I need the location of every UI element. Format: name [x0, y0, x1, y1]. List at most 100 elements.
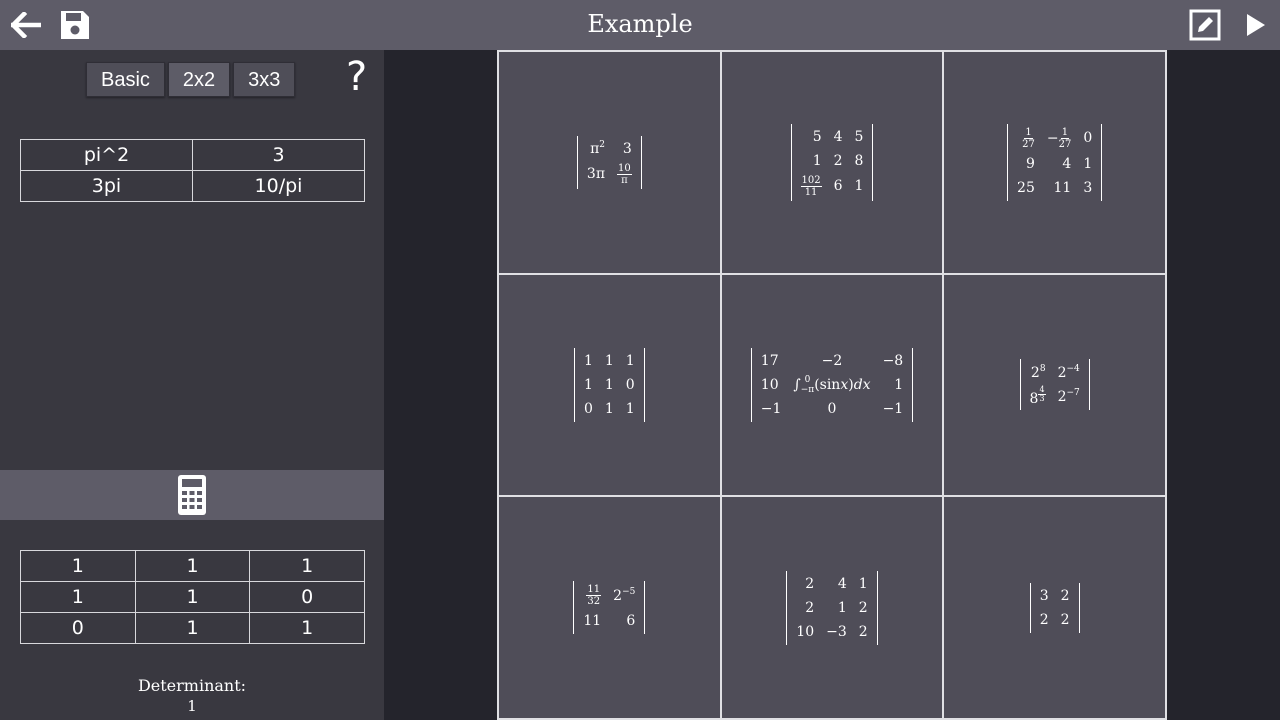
- determinant-expression: π2 3 3π 10 π: [576, 135, 642, 189]
- matrix-entry: −1 27: [1046, 126, 1072, 150]
- matrix-entry: 3π: [586, 166, 606, 183]
- calculate-button[interactable]: [0, 470, 384, 520]
- determinant-label: Determinant:: [137, 676, 247, 695]
- matrix-entry: 1: [894, 376, 904, 393]
- matrix-entry: 6: [833, 178, 843, 195]
- matrix-entry: −1: [882, 400, 904, 417]
- example-matrix-5[interactable]: 17 −2 −8 10 ∫ 0 −π (sinx)dx 1 −1 0 −1: [720, 273, 944, 497]
- matrix-entry: 2: [833, 152, 843, 169]
- result-cell: 1: [249, 550, 365, 582]
- table-row: 1 1 0: [20, 581, 365, 613]
- matrix-entry: 3: [622, 140, 632, 157]
- input-cell[interactable]: 10/pi: [192, 170, 365, 202]
- matrix-entry: −2: [821, 352, 843, 369]
- matrix-entry: 11: [583, 613, 602, 630]
- example-matrix-9[interactable]: 32 22: [943, 496, 1166, 719]
- matrix-entry: 6: [626, 613, 636, 630]
- matrix-entry: 1: [604, 400, 614, 417]
- matrix-entry: 11 32: [586, 584, 602, 608]
- matrix-entry: 28: [1030, 363, 1046, 381]
- table-row: 3pi 10/pi: [20, 170, 365, 202]
- matrix-entry: 4: [1062, 155, 1072, 172]
- result-matrix: 1 1 1 1 1 0 0 1 1: [20, 550, 365, 644]
- matrix-entry: 2−7: [1057, 388, 1080, 406]
- matrix-entry: 2−4: [1057, 363, 1080, 381]
- matrix-entry: ∫ 0 −π (sinx)dx: [793, 374, 871, 395]
- matrix-entry: 0: [827, 400, 837, 417]
- table-row: 1 1 1: [20, 550, 365, 582]
- mode-tabs: Basic 2x2 3x3: [86, 62, 296, 97]
- matrix-entry: 2: [1039, 611, 1049, 628]
- matrix-entry: 2: [858, 623, 868, 640]
- example-matrix-4[interactable]: 111 110 011: [498, 273, 721, 497]
- input-cell[interactable]: 3: [192, 139, 365, 171]
- matrix-entry: 1: [625, 352, 635, 369]
- matrix-entry: 843: [1029, 385, 1046, 408]
- table-row: pi^2 3: [20, 139, 365, 171]
- matrix-entry: 4: [837, 575, 847, 592]
- matrix-entry: 1: [625, 400, 635, 417]
- tab-2x2[interactable]: 2x2: [167, 62, 231, 97]
- matrix-entry: −1: [760, 400, 782, 417]
- result-cell: 0: [20, 612, 136, 644]
- example-matrix-2[interactable]: 545 128 102 11 6 1: [720, 51, 944, 274]
- matrix-entry: 1: [583, 376, 593, 393]
- matrix-entry: 0: [1083, 130, 1093, 147]
- matrix-entry: 2: [805, 599, 815, 616]
- tab-3x3[interactable]: 3x3: [233, 62, 296, 97]
- matrix-entry: 2: [1060, 611, 1070, 628]
- determinant-expression: 111 110 011: [573, 347, 645, 422]
- matrix-entry: 1: [583, 352, 593, 369]
- matrix-entry: 10: [760, 376, 779, 393]
- matrix-entry: 3: [1083, 179, 1093, 196]
- matrix-entry: 102 11: [800, 174, 822, 198]
- help-icon[interactable]: ?: [346, 54, 367, 100]
- determinant-expression: 11 32 2−5 11 6: [573, 581, 646, 635]
- result-cell: 1: [249, 612, 365, 644]
- example-matrix-3[interactable]: 1 27 −1 27 0 9 41 25 11 3: [943, 51, 1166, 274]
- matrix-entry: 1: [854, 178, 864, 195]
- matrix-entry: 1: [858, 575, 868, 592]
- left-panel: Basic 2x2 3x3 ? pi^2 3 3pi 10/pi 1 1 1 1…: [0, 50, 384, 720]
- result-cell: 1: [134, 581, 251, 613]
- matrix-entry: 2−5: [613, 587, 636, 605]
- edit-icon[interactable]: [1185, 5, 1225, 45]
- matrix-entry: −3: [826, 623, 847, 640]
- matrix-entry: 1: [812, 152, 822, 169]
- example-matrix-gallery: π2 3 3π 10 π 545 128 102 11 6 1 1 27−1 27 0 941 2…: [497, 50, 1167, 720]
- matrix-entry: 0: [583, 400, 593, 417]
- page-title: Example: [587, 10, 693, 38]
- matrix-entry: −8: [882, 352, 904, 369]
- table-row: 0 1 1: [20, 612, 365, 644]
- determinant-value: 1: [187, 697, 197, 715]
- determinant-expression: 17 −2 −8 10 ∫ 0 −π (sinx)dx 1 −1 0 −1: [750, 347, 914, 422]
- matrix-entry: 5: [854, 128, 864, 145]
- matrix-entry: 2: [805, 575, 815, 592]
- example-matrix-1[interactable]: π2 3 3π 10 π: [498, 51, 721, 274]
- matrix-entry: 2: [858, 599, 868, 616]
- result-cell: 1: [20, 550, 136, 582]
- matrix-entry: 3: [1039, 587, 1049, 604]
- example-matrix-6[interactable]: 28 2−4 8 4 3 2−7: [943, 273, 1166, 497]
- determinant-expression: 32 22: [1029, 582, 1080, 633]
- input-cell[interactable]: pi^2: [20, 139, 193, 171]
- example-matrix-7[interactable]: 11 32 2−5 11 6: [498, 496, 721, 719]
- example-matrix-8[interactable]: 241 212 10 −3 2: [720, 496, 944, 719]
- matrix-entry: 1: [604, 376, 614, 393]
- play-icon[interactable]: [1236, 5, 1276, 45]
- result-cell: 0: [249, 581, 365, 613]
- matrix-entry: π2: [590, 140, 606, 158]
- matrix-entry: 5: [812, 128, 822, 145]
- input-cell[interactable]: 3pi: [20, 170, 193, 202]
- input-matrix: pi^2 3 3pi 10/pi: [20, 139, 365, 202]
- matrix-entry: 17: [760, 352, 779, 369]
- tab-basic[interactable]: Basic: [86, 62, 165, 97]
- matrix-entry: 1 27: [1022, 126, 1035, 150]
- matrix-entry: 4: [833, 128, 843, 145]
- matrix-entry: 9: [1025, 155, 1035, 172]
- result-cell: 1: [134, 612, 251, 644]
- determinant-expression: 545 128 102 11 6 1: [790, 123, 874, 201]
- matrix-entry: 0: [625, 376, 635, 393]
- result-cell: 1: [20, 581, 136, 613]
- matrix-entry: 1: [1083, 155, 1093, 172]
